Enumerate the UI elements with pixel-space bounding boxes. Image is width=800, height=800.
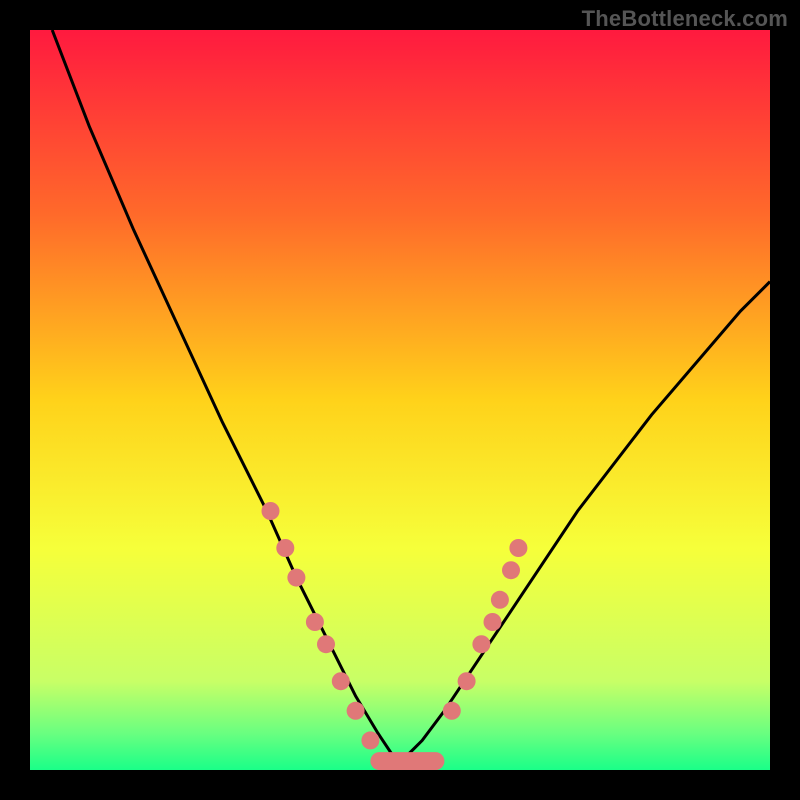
highlight-dot [458, 672, 476, 690]
highlight-dot [502, 561, 520, 579]
highlight-dot [306, 613, 324, 631]
gradient-background [30, 30, 770, 770]
highlight-dot [276, 539, 294, 557]
highlight-dot [361, 731, 379, 749]
highlight-dot [262, 502, 280, 520]
highlight-dot [317, 635, 335, 653]
highlight-dot [443, 702, 461, 720]
bottleneck-chart [30, 30, 770, 770]
highlight-dot [472, 635, 490, 653]
highlight-dot [491, 591, 509, 609]
highlight-dot [484, 613, 502, 631]
highlight-dot [509, 539, 527, 557]
highlight-dot [332, 672, 350, 690]
highlight-dot [287, 569, 305, 587]
chart-frame [30, 30, 770, 770]
watermark-text: TheBottleneck.com [582, 6, 788, 32]
highlight-bottom-bar [370, 752, 444, 770]
highlight-dot [347, 702, 365, 720]
